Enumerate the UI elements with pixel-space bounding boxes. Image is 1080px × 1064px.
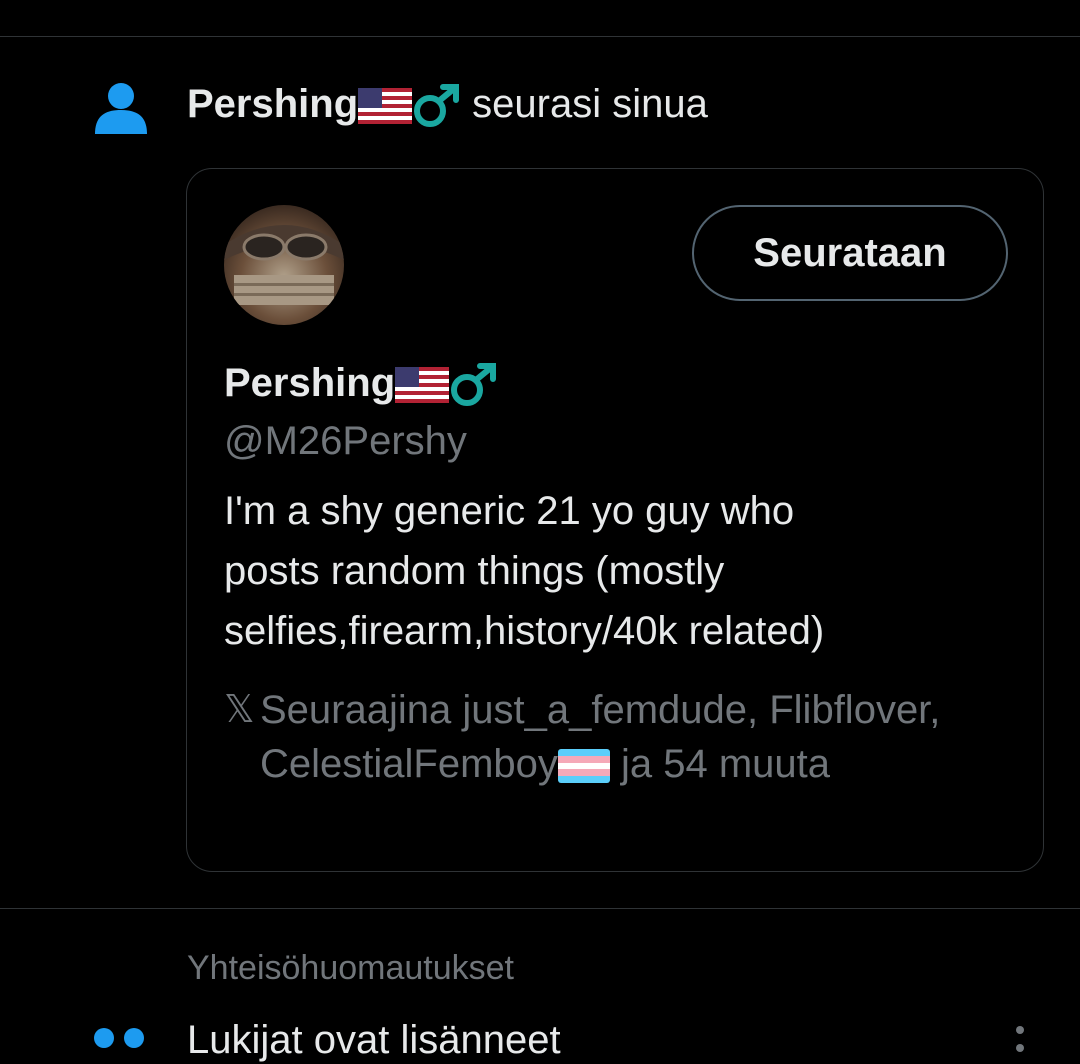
male-sign-icon [414, 84, 460, 128]
follow-notification-text[interactable]: Pershing seurasi sinua [187, 80, 708, 128]
us-flag-icon [395, 367, 450, 404]
profile-display-name[interactable]: Pershing [224, 359, 499, 407]
follow-action-text: seurasi sinua [472, 82, 708, 126]
avatar[interactable] [224, 205, 344, 325]
section-label: Yhteisöhuomautukset [187, 949, 514, 987]
x-logo-icon: 𝕏 [224, 689, 255, 731]
male-sign-icon [451, 363, 497, 407]
profile-bio: I'm a shy generic 21 yo guy who posts ra… [224, 489, 825, 653]
following-button[interactable]: Seurataan [692, 205, 1008, 301]
us-flag-icon [358, 88, 413, 125]
profile-card[interactable]: Seurataan Pershing @M26Pershy I'm a shy … [186, 168, 1044, 872]
person-icon [95, 83, 147, 134]
profile-handle[interactable]: @M26Pershy [224, 417, 467, 465]
people-icon [94, 1028, 144, 1048]
community-note-text[interactable]: Lukijat ovat lisänneet [187, 1016, 561, 1064]
followed-by-text[interactable]: 𝕏 Seuraajina just_a_femdude, Flibflover,… [224, 683, 1014, 791]
top-divider [0, 36, 1080, 37]
transgender-flag-icon [557, 749, 610, 784]
section-divider [0, 908, 1080, 909]
more-options-icon[interactable] [1012, 1024, 1028, 1054]
follower-name[interactable]: Pershing [187, 82, 358, 126]
